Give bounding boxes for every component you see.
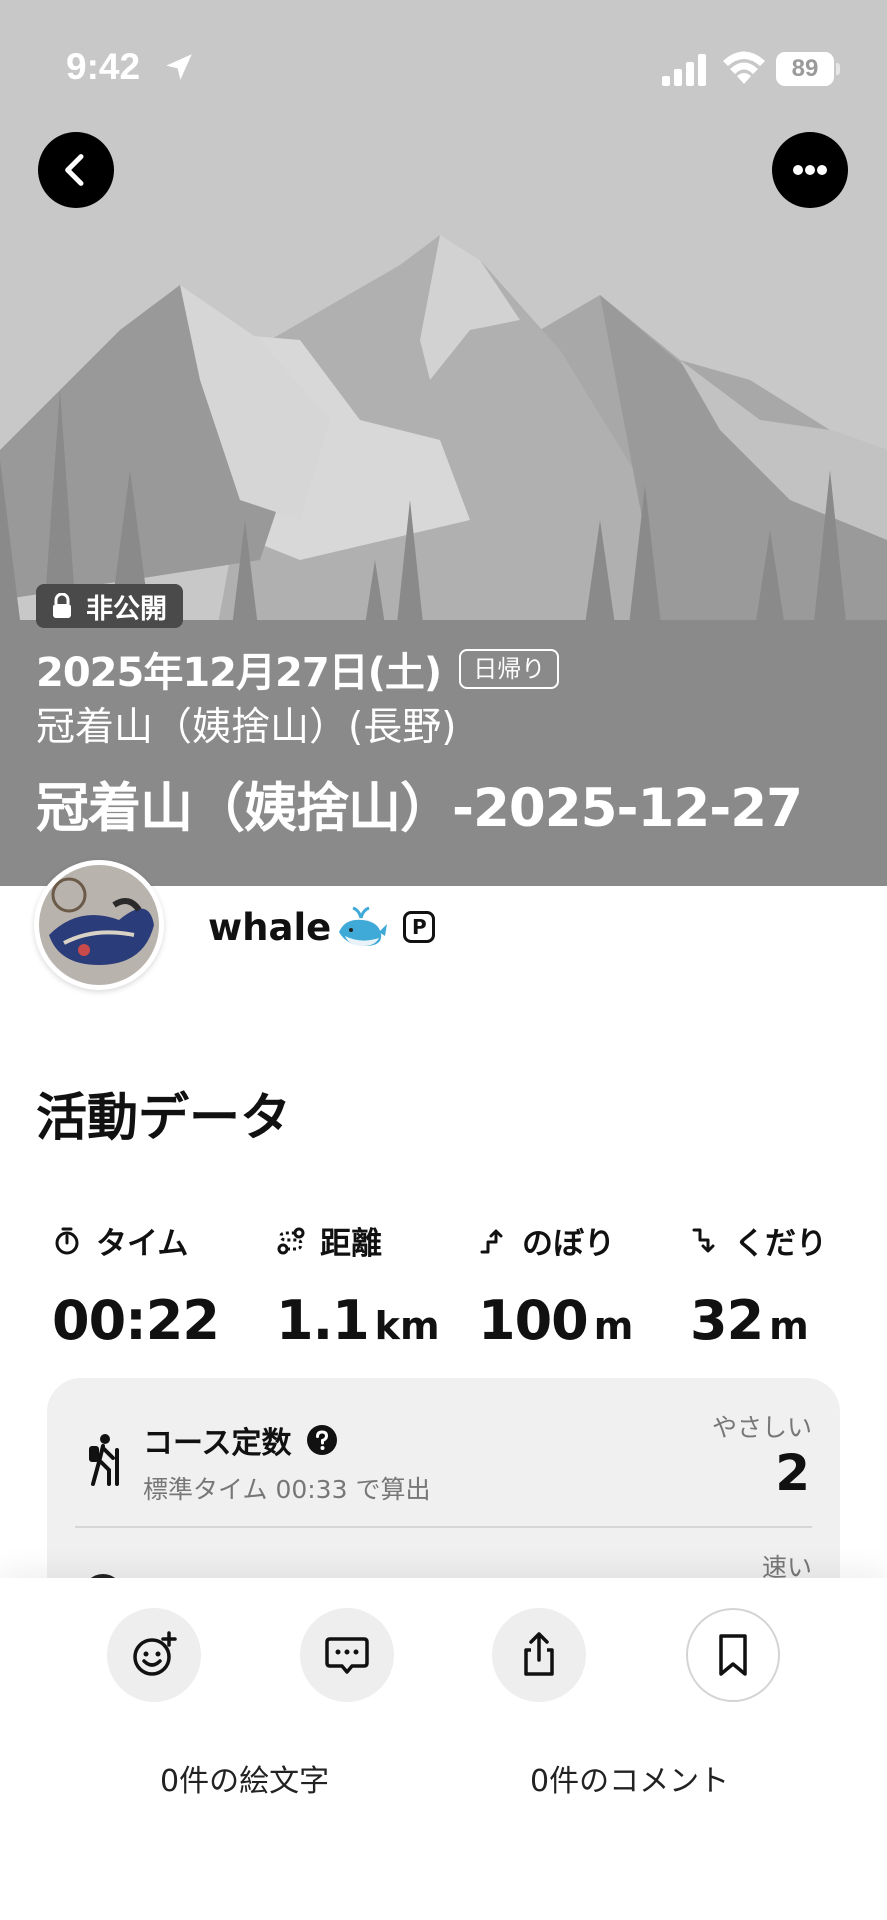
hiker-icon [89,1434,119,1486]
stat-label-row: 距離 [276,1218,476,1263]
private-label: 非公開 [86,593,167,625]
user-name[interactable]: whale [208,906,331,949]
bookmark-button[interactable] [686,1608,780,1702]
private-badge: 非公開 [36,584,183,628]
stat-value: 1.1 km [276,1289,440,1352]
stat-unit: m [593,1304,634,1348]
stat-label-row: タイム [52,1218,252,1263]
share-icon [524,1632,554,1676]
mountain-location: 冠着山（姨捨山）(長野) [36,705,457,750]
ascent-icon [480,1229,503,1253]
wifi-icon [723,51,765,84]
avatar[interactable] [34,860,164,990]
comment-count[interactable]: 0件のコメント [530,1756,729,1800]
stat-ascent: のぼり 100 m [478,1218,678,1352]
activity-title: 冠着山（姨捨山）-2025-12-27 [36,778,803,839]
bookmark-icon [719,1634,747,1676]
premium-badge: P [403,911,436,943]
chevron-left-icon [65,154,84,186]
add-emoji-icon [133,1631,177,1676]
activity-date: 2025年12月27日(土) [36,650,442,696]
hero-header: 9:42 89 非公開 2025年12月27日(土) 日帰り 冠着山（姨捨山）(… [0,0,887,886]
stat-unit: km [374,1304,440,1348]
stat-distance: 距離 1.1 km [276,1218,476,1352]
course-title-row: コース定数 [143,1418,338,1462]
whale-emoji-icon [339,906,388,946]
activity-section-title: 活動データ [36,1089,292,1148]
descent-icon [692,1228,715,1252]
stat-unit: m [769,1304,809,1348]
route-icon [277,1227,305,1254]
stat-value: 00:22 [52,1289,220,1352]
stat-value: 32 m [690,1289,809,1352]
stat-label: のぼり [522,1226,615,1262]
comment-button[interactable] [300,1608,394,1702]
stat-label-row: のぼり [478,1218,678,1263]
stat-value: 100 m [478,1289,634,1352]
emoji-count[interactable]: 0件の絵文字 [160,1756,329,1800]
status-bar: 9:42 89 [0,0,887,130]
trip-type-badge: 日帰り [459,649,560,689]
lock-icon [53,593,71,618]
avatar-image [39,865,159,985]
stat-label: 距離 [320,1226,382,1262]
status-time: 9:42 [66,46,141,87]
course-subtitle: 標準タイム 00:33 で算出 [143,1475,431,1504]
stat-label: くだり [734,1226,827,1262]
add-emoji-button[interactable] [107,1608,201,1702]
stat-label: タイム [96,1226,189,1262]
date-row: 2025年12月27日(土) 日帰り [36,640,560,698]
course-level: やさしい [711,1413,812,1442]
cellular-signal-icon [662,54,706,86]
comment-icon [325,1637,369,1674]
more-dots-icon [793,165,827,175]
battery-tip [836,63,840,75]
stat-label-row: くだり [690,1218,887,1263]
bottom-action-bar: 0件の絵文字 0件のコメント [0,1578,887,1920]
more-options-button[interactable] [772,132,848,208]
help-icon[interactable] [306,1424,338,1456]
stat-time: タイム 00:22 [52,1218,252,1352]
stat-descent: くだり 32 m [690,1218,887,1352]
battery-indicator: 89 [776,52,834,86]
back-button[interactable] [38,132,114,208]
course-title: コース定数 [143,1426,292,1461]
user-row[interactable]: whale P [208,904,436,950]
share-button[interactable] [492,1608,586,1702]
mountain-illustration [0,0,887,886]
location-arrow-icon [166,54,192,80]
course-value: 2 [775,1444,810,1502]
card-divider [75,1526,812,1528]
stopwatch-icon [55,1227,79,1254]
